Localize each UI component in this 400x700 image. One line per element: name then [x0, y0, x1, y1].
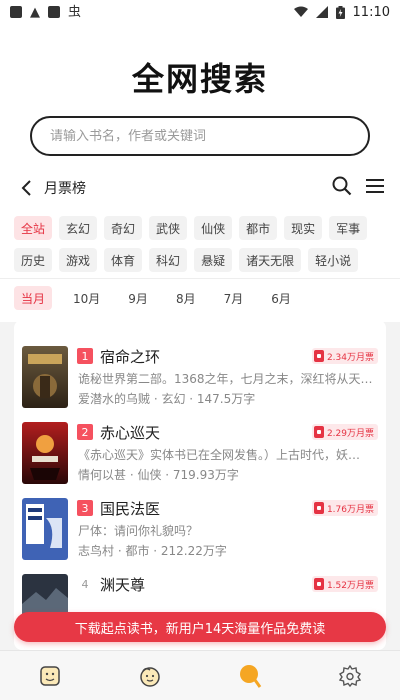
book-title: 国民法医 — [100, 500, 161, 518]
ticket-badge: 2.34万月票 — [311, 348, 378, 364]
ticket-badge: 1.76万月票 — [311, 500, 378, 516]
ranking-header-right — [332, 176, 384, 200]
category-tag[interactable]: 悬疑 — [194, 248, 233, 272]
category-tag[interactable]: 游戏 — [59, 248, 98, 272]
book-title: 赤心巡天 — [100, 424, 161, 442]
status-left: ▲ 虫 — [10, 6, 81, 19]
category-tag[interactable]: 武侠 — [149, 216, 188, 240]
bottom-nav — [0, 650, 400, 700]
notification-square-icon — [10, 6, 22, 18]
book-item[interactable]: 1 宿命之环 2.34万月票 诡秘世界第二部。1368之年，七月之末，深红将从天… — [22, 346, 378, 414]
category-tag[interactable]: 诸天无限 — [239, 248, 302, 272]
status-right: 11:10 — [293, 4, 390, 20]
category-tag[interactable]: 全站 — [14, 216, 53, 240]
category-tag[interactable]: 体育 — [104, 248, 143, 272]
ticket-count: 1.76万月票 — [326, 504, 374, 515]
book-description: 《赤心巡天》实体书已在全网发售。）上古时代，妖… — [78, 448, 361, 462]
category-tag[interactable]: 历史 — [14, 248, 53, 272]
book-description: 诡秘世界第二部。1368之年，七月之末，深红将从天而… — [78, 372, 378, 386]
ticket-icon — [313, 578, 324, 590]
ticket-count: 1.52万月票 — [326, 580, 374, 591]
month-tab[interactable]: 9月 — [121, 286, 155, 310]
page-title: 全网搜索 — [131, 60, 268, 98]
rank-number: 1 — [77, 348, 93, 364]
category-tag[interactable]: 奇幻 — [104, 216, 143, 240]
menu-icon[interactable] — [366, 178, 384, 198]
month-tab[interactable]: 7月 — [217, 286, 251, 310]
month-tabs: 当月 10月 9月 8月 7月 6月 — [14, 286, 298, 310]
ticket-icon — [313, 502, 324, 514]
ticket-icon — [313, 350, 324, 362]
book-cover — [22, 422, 68, 484]
wifi-icon — [293, 6, 308, 17]
book-description: 尸体：请问你礼貌吗？ — [78, 524, 199, 538]
category-tag[interactable]: 现实 — [284, 216, 323, 240]
status-bar: ▲ 虫 11:10 — [0, 0, 400, 24]
book-item[interactable]: 3 国民法医 1.76万月票 尸体：请问你礼貌吗？ 志鸟村 · 都市 · 212… — [22, 498, 378, 566]
category-tag[interactable]: 军事 — [329, 216, 368, 240]
search-icon[interactable] — [332, 176, 352, 200]
ranking-title: 月票榜 — [44, 181, 86, 197]
ticket-count: 2.29万月票 — [326, 428, 374, 439]
category-tag[interactable]: 仙侠 — [194, 216, 233, 240]
rank-number: 2 — [77, 424, 93, 440]
search-input[interactable] — [50, 128, 350, 144]
ticket-count: 2.34万月票 — [326, 352, 374, 363]
discover-icon[interactable] — [130, 656, 170, 696]
rank-number: 4 — [81, 577, 89, 591]
ticket-badge: 2.29万月票 — [311, 424, 378, 440]
month-tab[interactable]: 6月 — [264, 286, 298, 310]
back-chevron-icon[interactable] — [16, 178, 36, 198]
book-title: 渊天尊 — [100, 576, 146, 594]
month-tab[interactable]: 10月 — [66, 286, 107, 310]
book-meta: 志鸟村 · 都市 · 212.22万字 — [78, 544, 227, 558]
book-meta: 爱潜水的乌贼 · 玄幻 · 147.5万字 — [78, 392, 256, 406]
status-time: 11:10 — [352, 4, 390, 20]
category-tags: 全站 玄幻 奇幻 武侠 仙侠 都市 现实 军事 历史 游戏 体育 科幻 悬疑 诸… — [14, 216, 386, 272]
book-meta: 情何以甚 · 仙侠 · 719.93万字 — [78, 468, 239, 482]
book-item[interactable]: 2 赤心巡天 2.29万月票 《赤心巡天》实体书已在全网发售。）上古时代，妖… … — [22, 422, 378, 490]
download-promo-button[interactable]: 下载起点读书，新用户14天海量作品免费读 — [14, 612, 386, 642]
ranking-header-left: 月票榜 — [16, 178, 86, 198]
bookshelf-icon[interactable] — [30, 656, 70, 696]
divider — [0, 278, 400, 279]
month-tab[interactable]: 8月 — [169, 286, 203, 310]
ticket-badge: 1.52万月票 — [311, 576, 378, 592]
settings-icon[interactable] — [330, 656, 370, 696]
warning-icon: ▲ — [30, 4, 40, 20]
category-tag[interactable]: 都市 — [239, 216, 278, 240]
battery-icon — [335, 5, 345, 19]
rank-number: 3 — [77, 500, 93, 516]
ranking-header: 月票榜 — [0, 174, 400, 202]
ticket-icon — [313, 426, 324, 438]
book-title: 宿命之环 — [100, 348, 161, 366]
book-cover — [22, 498, 68, 560]
signal-icon — [315, 6, 328, 18]
book-cover — [22, 346, 68, 408]
category-tag[interactable]: 轻小说 — [308, 248, 359, 272]
bug-notification-icon: 虫 — [68, 4, 82, 20]
book-list: 1 宿命之环 2.34万月票 诡秘世界第二部。1368之年，七月之末，深红将从天… — [14, 320, 386, 650]
month-tab[interactable]: 当月 — [14, 286, 53, 310]
search-box[interactable] — [30, 116, 370, 156]
notification-square-icon — [48, 6, 60, 18]
category-tag[interactable]: 玄幻 — [59, 216, 98, 240]
category-tag[interactable]: 科幻 — [149, 248, 188, 272]
search-tab-icon[interactable] — [230, 656, 270, 696]
